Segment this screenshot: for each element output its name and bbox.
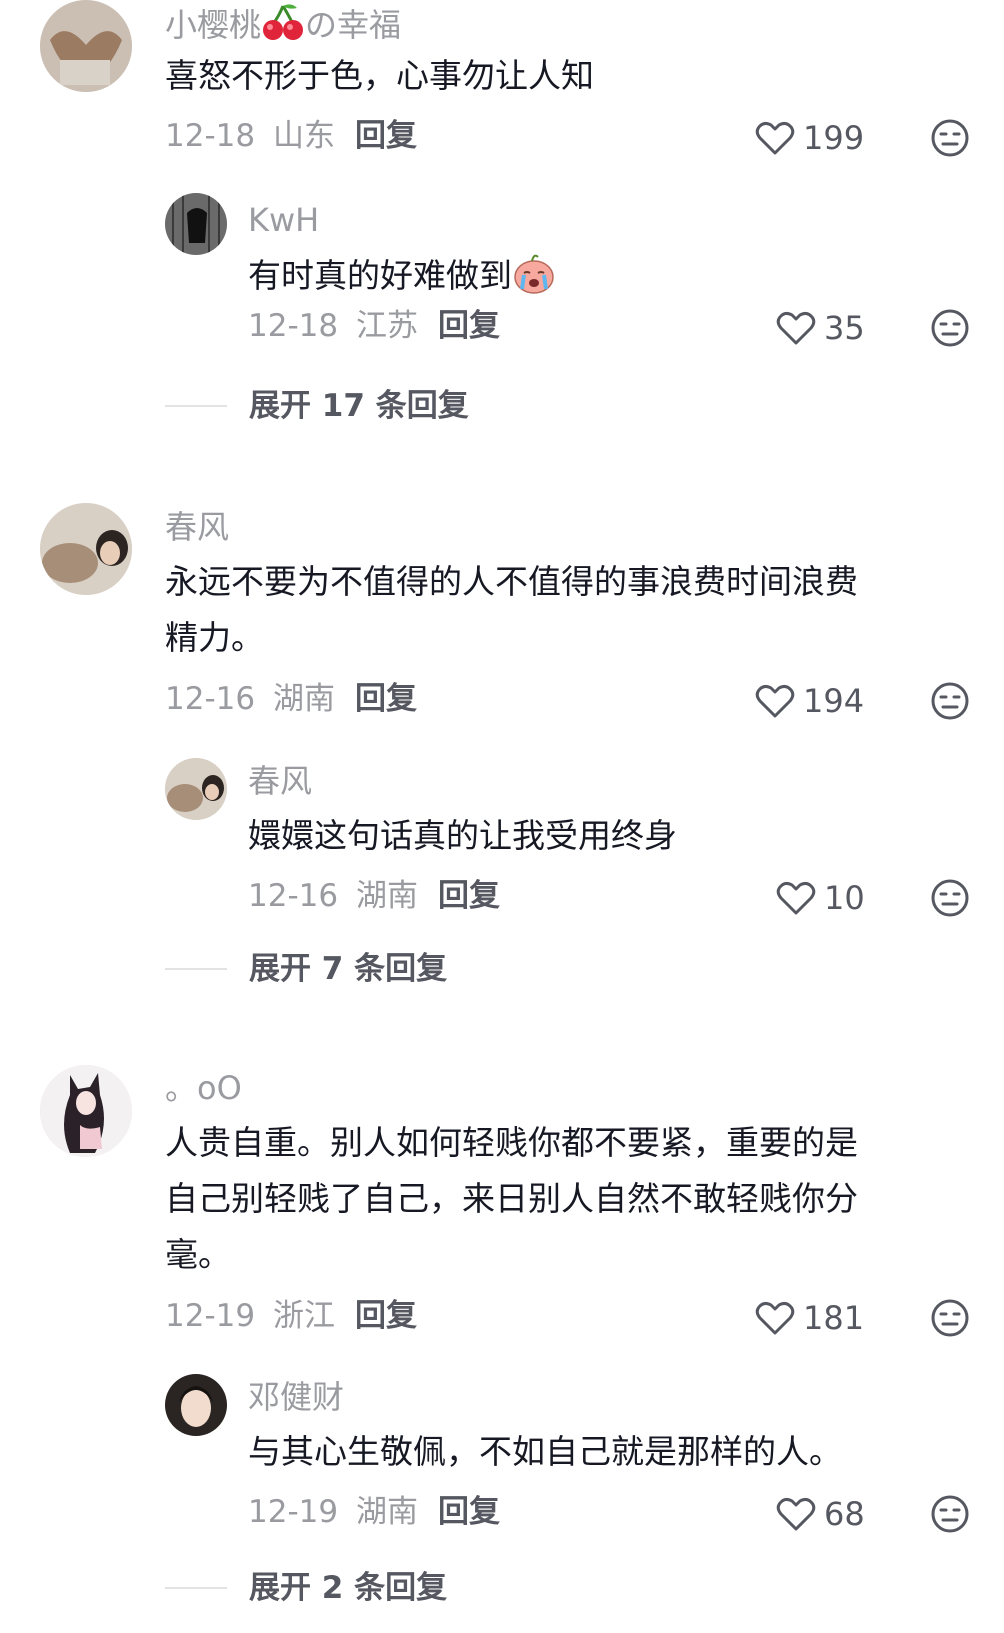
reply-button[interactable]: 回复	[355, 116, 417, 156]
reply-date: 12-18	[248, 308, 339, 344]
like-button[interactable]: 68	[776, 1494, 865, 1534]
like-count: 35	[824, 309, 865, 347]
avatar[interactable]	[40, 1065, 132, 1157]
reply-text: 嬛嬛这句话真的让我受用终身	[248, 816, 677, 855]
neutral-face-icon	[931, 682, 969, 720]
heart-icon	[755, 121, 795, 155]
comment-location: 浙江	[272, 1298, 335, 1334]
like-count: 199	[803, 119, 865, 157]
expand-replies-label[interactable]: 展开 17 条回复	[249, 386, 469, 426]
heart-icon	[776, 1497, 816, 1531]
comment-date: 12-16	[165, 681, 256, 717]
neutral-face-icon	[931, 309, 969, 347]
avatar[interactable]	[40, 503, 132, 595]
like-count: 194	[803, 682, 865, 720]
dislike-button[interactable]	[930, 118, 970, 158]
reply-location: 江苏	[355, 308, 418, 344]
cherry-icon	[261, 2, 305, 42]
like-count: 68	[824, 1495, 865, 1533]
reply-avatar[interactable]	[165, 758, 227, 820]
comment-username[interactable]: 小樱桃 の幸福	[165, 2, 401, 45]
like-button[interactable]: 199	[755, 118, 864, 158]
like-button[interactable]: 10	[776, 878, 865, 918]
expand-replies[interactable]: 展开 17 条回复	[165, 386, 469, 426]
reply-avatar[interactable]	[165, 193, 227, 255]
comment-username[interactable]: 。oO	[165, 1068, 242, 1108]
neutral-face-icon	[931, 1299, 969, 1337]
reply-meta: 12-16 湖南	[248, 876, 418, 916]
expand-replies[interactable]: 展开 7 条回复	[165, 949, 447, 989]
comment-username[interactable]: 春风	[165, 507, 229, 547]
comment-text: 喜怒不形于色，心事勿让人知	[165, 56, 594, 95]
expand-replies[interactable]: 展开 2 条回复	[165, 1568, 447, 1608]
reply-location: 湖南	[355, 878, 418, 914]
comment-text: 永远不要为不值得的人不值得的事浪费时间浪费 精力。	[165, 562, 858, 657]
comment-meta: 12-18 山东	[165, 116, 335, 156]
dislike-button[interactable]	[930, 308, 970, 348]
neutral-face-icon	[931, 119, 969, 157]
reply-date: 12-19	[248, 1494, 339, 1530]
comment-location: 山东	[272, 118, 335, 154]
reply-button[interactable]: 回复	[438, 1492, 500, 1532]
comment-meta: 12-19 浙江	[165, 1296, 335, 1336]
dislike-button[interactable]	[930, 681, 970, 721]
reply-text: 与其心生敬佩，不如自己就是那样的人。	[248, 1432, 842, 1471]
avatar[interactable]	[40, 0, 132, 92]
reply-meta: 12-19 湖南	[248, 1492, 418, 1532]
reply-button[interactable]: 回复	[438, 876, 500, 916]
dislike-button[interactable]	[930, 1494, 970, 1534]
reply-avatar[interactable]	[165, 1374, 227, 1436]
reply-meta: 12-18 江苏	[248, 306, 418, 346]
crying-face-icon	[512, 251, 556, 295]
reply-button[interactable]: 回复	[355, 679, 417, 719]
heart-icon	[755, 1301, 795, 1335]
divider	[165, 1587, 227, 1589]
reply-button[interactable]: 回复	[438, 306, 500, 346]
comment-meta: 12-16 湖南	[165, 679, 335, 719]
reply-username[interactable]: 春风	[248, 761, 312, 801]
expand-replies-label[interactable]: 展开 7 条回复	[249, 949, 447, 989]
reply-username[interactable]: KwH	[248, 200, 319, 240]
dislike-button[interactable]	[930, 1298, 970, 1338]
comment-date: 12-18	[165, 118, 256, 154]
comment-date: 12-19	[165, 1298, 256, 1334]
reply-text: 有时真的好难做到	[248, 248, 1004, 304]
like-button[interactable]: 194	[755, 681, 864, 721]
reply-button[interactable]: 回复	[355, 1296, 417, 1336]
heart-icon	[776, 881, 816, 915]
like-button[interactable]: 181	[755, 1298, 864, 1338]
reply-location: 湖南	[355, 1494, 418, 1530]
heart-icon	[755, 684, 795, 718]
like-count: 181	[803, 1299, 865, 1337]
expand-replies-label[interactable]: 展开 2 条回复	[249, 1568, 447, 1608]
comment-location: 湖南	[272, 681, 335, 717]
divider	[165, 405, 227, 407]
reply-date: 12-16	[248, 878, 339, 914]
neutral-face-icon	[931, 879, 969, 917]
heart-icon	[776, 311, 816, 345]
reply-username[interactable]: 邓健财	[248, 1377, 344, 1417]
like-count: 10	[824, 879, 865, 917]
comment-text: 人贵自重。别人如何轻贱你都不要紧，重要的是 自己别轻贱了自己，来日别人自然不敢轻…	[165, 1123, 858, 1274]
like-button[interactable]: 35	[776, 308, 865, 348]
divider	[165, 968, 227, 970]
neutral-face-icon	[931, 1495, 969, 1533]
dislike-button[interactable]	[930, 878, 970, 918]
